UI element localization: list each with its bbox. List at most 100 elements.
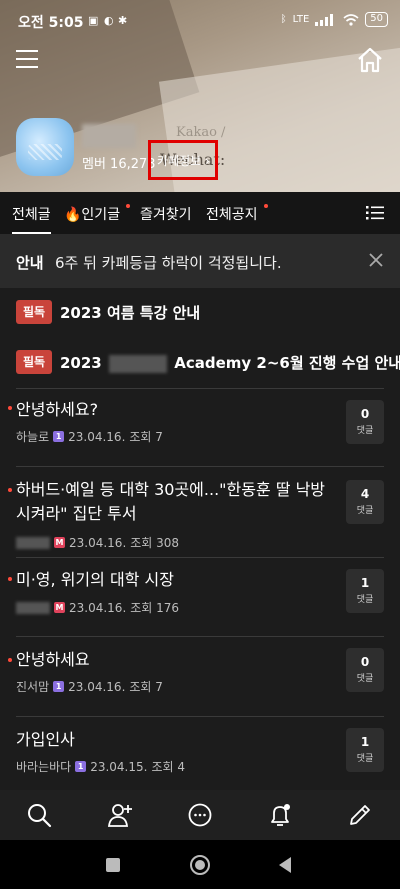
settings-status-icon: ✱ bbox=[118, 14, 128, 27]
comment-label: 댓글 bbox=[356, 595, 374, 605]
pinned-post[interactable]: 필독 2023 Academy 2~6월 진행 수업 안내 bbox=[16, 350, 400, 376]
status-bar: 오전 5:05 ▣ ◐ ✱ ᛒ LTE 50 bbox=[0, 0, 400, 40]
notice-text: 6주 뒤 카페등급 하락이 걱정됩니다. bbox=[55, 254, 282, 272]
tab-all-notices[interactable]: 전체공지 bbox=[206, 204, 258, 224]
comment-count: 1 bbox=[360, 576, 370, 590]
new-dot bbox=[264, 204, 268, 208]
kakao-notification-icon: ▣ bbox=[88, 14, 99, 27]
post-date: 23.04.16. bbox=[68, 679, 126, 694]
new-dot bbox=[126, 204, 130, 208]
cafe-avatar[interactable] bbox=[16, 118, 74, 176]
tab-favorites[interactable]: 즐겨찾기 bbox=[140, 204, 192, 224]
wifi-icon bbox=[343, 13, 359, 26]
member-level-badge: 1 bbox=[75, 761, 87, 772]
battery-indicator: 50 bbox=[365, 12, 388, 27]
must-read-badge: 필독 bbox=[16, 300, 52, 324]
post-date: 23.04.16. bbox=[69, 535, 127, 550]
list-view-icon[interactable] bbox=[366, 206, 384, 220]
tab-popular[interactable]: 🔥인기글 bbox=[64, 204, 120, 224]
comment-count: 4 bbox=[360, 487, 370, 501]
chat-icon[interactable] bbox=[187, 802, 213, 828]
background-text-faint: Kakao / bbox=[176, 125, 226, 140]
post-title: 안녕하세요? bbox=[16, 400, 99, 419]
new-post-dot bbox=[8, 577, 12, 581]
home-nav-icon[interactable] bbox=[189, 854, 211, 876]
comment-count: 0 bbox=[360, 655, 370, 669]
post-meta: M 23.04.16. 조회 308 bbox=[16, 534, 179, 551]
pinned-title-prefix: 2023 bbox=[60, 354, 102, 372]
comment-count-button[interactable]: 1 댓글 bbox=[346, 728, 384, 772]
comment-count-button[interactable]: 4 댓글 bbox=[346, 480, 384, 524]
pinned-title-suffix: Academy 2~6월 진행 수업 안내 bbox=[174, 354, 400, 372]
status-time: 오전 5:05 bbox=[18, 15, 84, 31]
comment-count-button[interactable]: 1 댓글 bbox=[346, 569, 384, 613]
grade-notice-banner[interactable]: 안내 6주 뒤 카페등급 하락이 걱정됩니다. bbox=[0, 234, 400, 288]
comment-count-button[interactable]: 0 댓글 bbox=[346, 400, 384, 444]
list-item[interactable]: 가입인사 바라는바다 1 23.04.15. 조회 4 1 댓글 bbox=[0, 716, 400, 790]
new-post-dot bbox=[8, 658, 12, 662]
pinned-post-title: 2023 Academy 2~6월 진행 수업 안내 bbox=[60, 352, 400, 373]
board-tabs: 전체글 🔥인기글 즐겨찾기 전체공지 bbox=[0, 192, 400, 234]
post-date: 23.04.16. bbox=[68, 429, 126, 444]
notification-settings-icon[interactable] bbox=[267, 802, 293, 828]
comment-label: 댓글 bbox=[356, 506, 374, 516]
pinned-post-title: 2023 여름 특강 안내 bbox=[60, 304, 201, 322]
manager-badge: M bbox=[54, 602, 65, 613]
bottom-toolbar bbox=[0, 790, 400, 840]
search-icon[interactable] bbox=[26, 802, 52, 828]
member-count: 멤버 16,273 bbox=[82, 157, 156, 172]
list-item[interactable]: 안녕하세요? 하늘로 1 23.04.16. 조회 7 0 댓글 bbox=[0, 388, 400, 466]
post-meta: 진서맘 1 23.04.16. 조회 7 bbox=[16, 678, 163, 695]
member-level-badge: 1 bbox=[53, 681, 65, 692]
home-icon[interactable] bbox=[354, 44, 386, 76]
redacted-name bbox=[108, 354, 167, 373]
recent-apps-icon[interactable] bbox=[105, 857, 121, 873]
menu-icon[interactable] bbox=[16, 50, 42, 72]
post-views: 조회 7 bbox=[129, 680, 163, 694]
post-title: 하버드·예일 등 대학 30곳에..."한동훈 딸 낙방시켜라" 집단 투서 bbox=[16, 480, 326, 523]
bluetooth-icon: ᛒ bbox=[280, 14, 287, 25]
list-item[interactable]: 미·영, 위기의 대학 시장 M 23.04.16. 조회 176 1 댓글 bbox=[0, 557, 400, 636]
signal-icon bbox=[315, 13, 334, 26]
comment-count: 0 bbox=[360, 407, 370, 421]
new-post-dot bbox=[8, 406, 12, 410]
comment-count: 1 bbox=[360, 735, 370, 749]
network-label: LTE bbox=[292, 14, 310, 25]
post-meta: M 23.04.16. 조회 176 bbox=[16, 599, 179, 616]
post-title: 안녕하세요 bbox=[16, 650, 90, 669]
write-icon[interactable] bbox=[347, 802, 373, 828]
comment-count-button[interactable]: 0 댓글 bbox=[346, 648, 384, 692]
post-author: 바라는바다 bbox=[16, 760, 72, 774]
add-member-icon[interactable] bbox=[107, 802, 133, 828]
post-views: 조회 4 bbox=[151, 760, 185, 774]
post-views: 조회 176 bbox=[130, 601, 180, 615]
post-list: 필독 2023 여름 특강 안내 필독 2023 Academy 2~6월 진행… bbox=[0, 288, 400, 790]
post-author: 하늘로 bbox=[16, 430, 50, 444]
post-date: 23.04.16. bbox=[69, 600, 127, 615]
comment-label: 댓글 bbox=[356, 754, 374, 764]
cafe-header: Kakao / Wechat: 오전 5:05 ▣ ◐ ✱ ᛒ LTE 50 멤… bbox=[0, 0, 400, 192]
list-item[interactable]: 안녕하세요 진서맘 1 23.04.16. 조회 7 0 댓글 bbox=[0, 636, 400, 716]
redacted-author bbox=[16, 536, 50, 549]
post-meta: 하늘로 1 23.04.16. 조회 7 bbox=[16, 428, 163, 445]
close-icon[interactable] bbox=[366, 250, 386, 270]
notice-tag: 안내 bbox=[16, 254, 44, 272]
pinned-post[interactable]: 필독 2023 여름 특강 안내 bbox=[16, 300, 384, 326]
post-title: 미·영, 위기의 대학 시장 bbox=[16, 570, 174, 589]
post-meta: 바라는바다 1 23.04.15. 조회 4 bbox=[16, 758, 185, 775]
app-notification-icon: ◐ bbox=[104, 14, 114, 27]
post-views: 조회 7 bbox=[129, 430, 163, 444]
manager-badge: M bbox=[54, 537, 65, 548]
cafe-name-redacted bbox=[82, 124, 136, 148]
cafe-info-button[interactable]: 카페정보 › bbox=[148, 140, 218, 180]
post-date: 23.04.15. bbox=[90, 759, 148, 774]
member-level-badge: 1 bbox=[53, 431, 65, 442]
must-read-badge: 필독 bbox=[16, 350, 52, 374]
list-item[interactable]: 하버드·예일 등 대학 30곳에..."한동훈 딸 낙방시켜라" 집단 투서 M… bbox=[0, 466, 400, 557]
new-post-dot bbox=[8, 488, 12, 492]
comment-label: 댓글 bbox=[356, 426, 374, 436]
tab-all-posts[interactable]: 전체글 bbox=[12, 204, 51, 234]
post-title: 가입인사 bbox=[16, 730, 75, 749]
back-icon[interactable] bbox=[277, 856, 293, 874]
system-navigation-bar bbox=[0, 840, 400, 889]
